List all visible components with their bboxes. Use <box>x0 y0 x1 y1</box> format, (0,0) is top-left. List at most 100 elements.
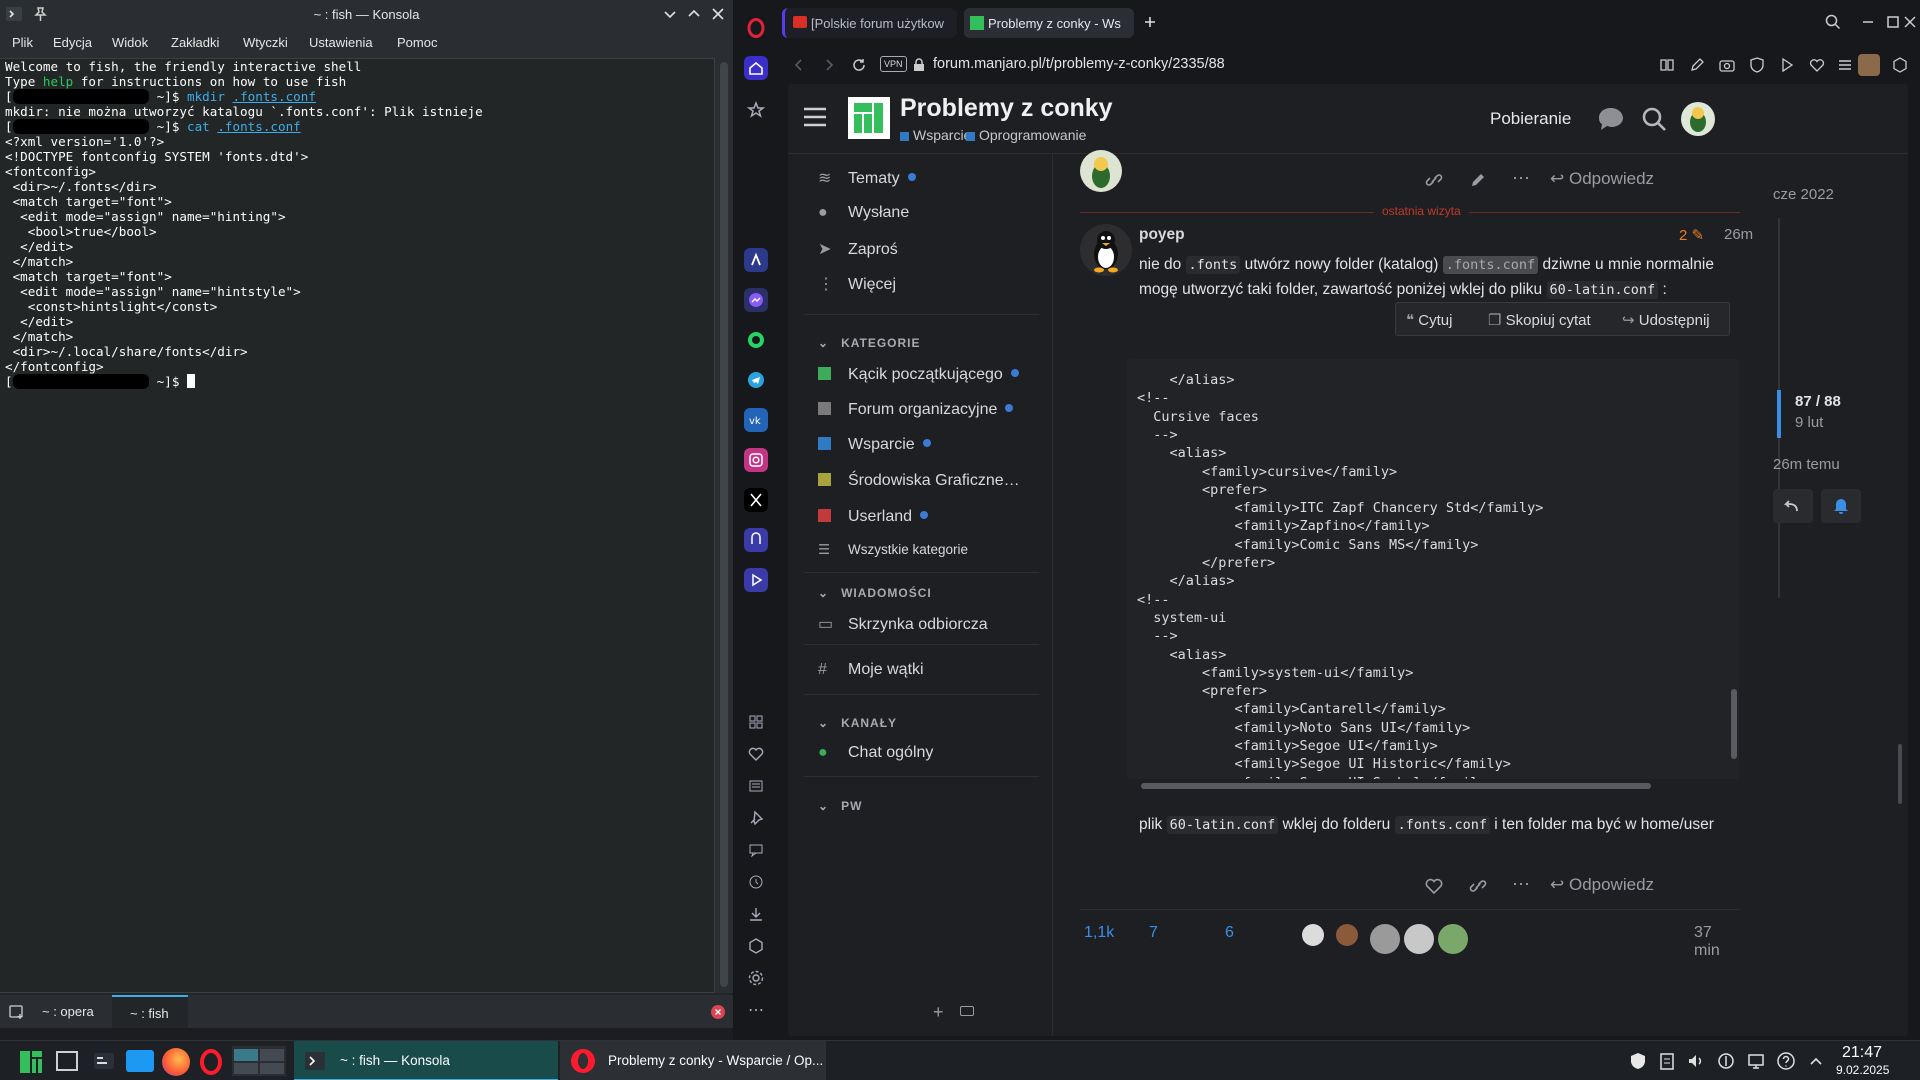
player-icon[interactable] <box>744 568 768 592</box>
previous-post-avatar[interactable] <box>1080 150 1122 192</box>
download-icon[interactable] <box>744 902 768 926</box>
quote-button[interactable]: ❝ Cytuj <box>1406 311 1452 329</box>
hamburger-menu-icon[interactable] <box>802 106 828 128</box>
timeline-handle[interactable] <box>1777 390 1781 438</box>
user-avatar[interactable] <box>1681 102 1715 136</box>
timeline-date-top[interactable]: cze 2022 <box>1773 186 1834 203</box>
new-tab-plus-icon[interactable] <box>1140 12 1160 32</box>
more-icon[interactable]: ⋯ <box>744 1000 768 1024</box>
menu-widok[interactable]: Widok <box>112 35 148 50</box>
profile-avatar[interactable] <box>1858 54 1880 76</box>
section-wiadomosci[interactable]: ⌄ WIADOMOŚCI <box>818 586 932 600</box>
volume-icon[interactable] <box>1686 1051 1706 1071</box>
new-tab-icon[interactable] <box>8 1003 26 1021</box>
chat-bubble-icon[interactable] <box>1596 105 1626 133</box>
forward-icon[interactable] <box>820 56 838 74</box>
pinboard-icon[interactable] <box>744 806 768 830</box>
sidebar-item-tematy[interactable]: ≋ Tematy <box>818 168 916 188</box>
participant-avatar[interactable] <box>1370 924 1400 954</box>
camera-icon[interactable] <box>1718 56 1736 74</box>
close-tab-icon[interactable] <box>711 1005 725 1019</box>
post-more-icon[interactable]: ⋯ <box>1512 874 1530 895</box>
reload-icon[interactable] <box>850 56 868 74</box>
section-kanaly[interactable]: ⌄ KANAŁY <box>818 716 897 730</box>
author-name[interactable]: poyep <box>1139 226 1185 244</box>
x-icon[interactable] <box>744 488 768 512</box>
sidebar-category-forum-organizacyjne[interactable]: Forum organizacyjne <box>818 401 1014 419</box>
participant-avatar[interactable] <box>1302 924 1324 946</box>
home-icon[interactable] <box>744 56 768 80</box>
sidebar-all-categories[interactable]: ☰ Wszystkie kategorie <box>818 542 968 558</box>
menu-edycja[interactable]: Edycja <box>53 35 92 50</box>
help-icon[interactable] <box>1776 1051 1796 1071</box>
keyboard-icon[interactable] <box>960 1006 974 1016</box>
tab-polskie-forum[interactable]: [Polskie forum użytkow <box>782 8 957 38</box>
reply-button[interactable]: ↩ Odpowiedz <box>1550 169 1654 189</box>
clock-date[interactable]: 9.02.2025 <box>1836 1063 1889 1077</box>
tab-opera[interactable]: ~ : opera <box>30 995 110 1028</box>
konsole-titlebar[interactable]: ~ : fish — Konsola <box>0 0 733 28</box>
aria-icon[interactable] <box>744 248 768 272</box>
sidebar-my-threads[interactable]: # Moje wątki <box>818 661 924 679</box>
menu-ustawienia[interactable]: Ustawienia <box>309 35 373 50</box>
chat-icon[interactable] <box>744 838 768 862</box>
opera-taskbar-icon[interactable] <box>197 1048 225 1076</box>
task-opera[interactable]: Problemy z conky - Wsparcie / Op... <box>560 1041 826 1080</box>
heart-icon[interactable] <box>744 742 768 766</box>
sidebar-category-wsparcie[interactable]: Wsparcie <box>818 436 931 454</box>
security-shield-icon[interactable] <box>1628 1051 1648 1071</box>
reader-icon[interactable] <box>1658 56 1676 74</box>
menu-wtyczki[interactable]: Wtyczki <box>243 35 288 50</box>
bookmark-icon[interactable] <box>744 98 768 122</box>
participant-avatar[interactable] <box>1336 924 1358 946</box>
firefox-icon[interactable] <box>162 1048 190 1076</box>
tab-fish[interactable]: ~ : fish <box>112 995 188 1028</box>
opera-logo-icon[interactable] <box>744 16 768 40</box>
vpn-badge[interactable]: VPN <box>880 56 907 72</box>
task-konsole[interactable]: ~ : fish — Konsola <box>294 1041 558 1080</box>
participant-avatar[interactable] <box>1438 924 1468 954</box>
notification-bell-icon[interactable] <box>1821 489 1861 523</box>
edit-icon[interactable] <box>1688 56 1706 74</box>
settings-icon[interactable] <box>744 966 768 990</box>
sidebar-category-srodowiska[interactable]: Środowiska Graficzne… <box>818 472 1020 490</box>
clock-time[interactable]: 21:47 <box>1842 1044 1882 1062</box>
timeline-ago[interactable]: 26m temu <box>1773 456 1840 473</box>
sidebar-item-zapros[interactable]: ➤ Zaproś <box>818 239 898 259</box>
whatsapp-icon[interactable] <box>744 328 768 352</box>
share-button[interactable]: ↪ Udostępnij <box>1622 311 1710 329</box>
close-icon[interactable] <box>708 4 728 24</box>
terminal-area[interactable]: Welcome to fish, the friendly interactiv… <box>0 58 715 993</box>
subcategory-badge[interactable]: Oprogramowanie <box>966 127 1086 143</box>
menu-pomoc[interactable]: Pomoc <box>397 35 437 50</box>
maximize-icon[interactable] <box>684 4 704 24</box>
sidebar-item-wiecej[interactable]: ⋮ Więcej <box>818 274 896 294</box>
page-scrollbar[interactable] <box>1898 744 1902 804</box>
lock-icon[interactable] <box>912 57 926 73</box>
sidebar-category-userland[interactable]: Userland <box>818 508 929 526</box>
post-reply-button[interactable]: ↩ Odpowiedz <box>1550 875 1654 895</box>
add-icon[interactable]: + <box>933 1002 944 1023</box>
play-icon[interactable] <box>1778 56 1796 74</box>
easy-setup-icon[interactable] <box>1836 56 1854 74</box>
tab-problemy-z-conky[interactable]: Problemy z conky - Ws <box>964 8 1134 38</box>
sidebar-inbox[interactable]: ▭ Skrzynka odbiorcza <box>818 614 988 634</box>
copy-link-icon[interactable] <box>1468 878 1488 894</box>
code-scroll-vertical[interactable] <box>1730 359 1738 779</box>
show-desktop-icon[interactable] <box>56 1051 78 1071</box>
extensions-box-icon[interactable] <box>1891 56 1909 74</box>
extensions-icon[interactable] <box>744 934 768 958</box>
history-icon[interactable] <box>744 870 768 894</box>
minimize-icon[interactable] <box>660 4 680 24</box>
telegram-icon[interactable] <box>744 368 768 392</box>
vpn-tray-icon[interactable] <box>1716 1051 1736 1071</box>
favorite-icon[interactable] <box>1808 56 1826 74</box>
window-minimize-icon[interactable] <box>1858 12 1878 32</box>
vk-icon[interactable]: vk <box>744 408 768 432</box>
link-icon[interactable] <box>1424 172 1444 188</box>
download-link[interactable]: Pobieranie <box>1490 109 1571 129</box>
like-icon[interactable] <box>1424 877 1444 895</box>
news-icon[interactable] <box>744 774 768 798</box>
sidebar-general-chat[interactable]: ● Chat ogólny <box>818 744 933 762</box>
timeline-reply-button[interactable] <box>1773 489 1813 523</box>
